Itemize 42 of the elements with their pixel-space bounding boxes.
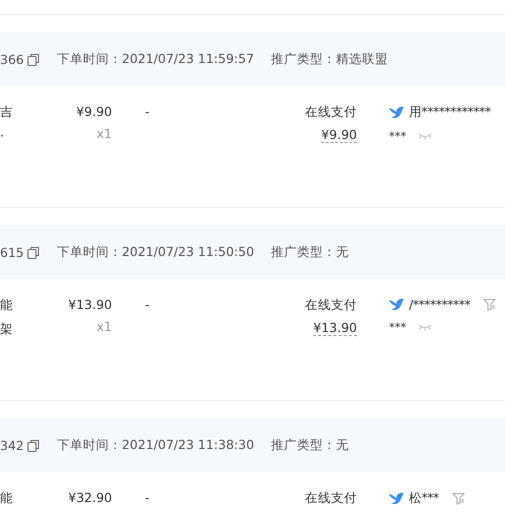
bird-icon [389,106,404,119]
eye-closed-icon[interactable] [418,323,432,331]
payment-method: 在线支付 [305,104,357,121]
filter-icon[interactable] [483,298,496,311]
discount: - [145,297,150,312]
copy-icon[interactable] [26,52,40,66]
promotion-type: 推广类型：无 [271,244,350,260]
buyer-name: /********** [409,297,470,312]
order-time: 下单时间：2021/07/23 11:38:30 [56,436,254,454]
buyer-phone: *** [389,129,406,143]
filter-icon[interactable] [452,492,465,505]
unit-price: ¥9.90 [76,104,112,119]
product-name: 能 [0,490,14,507]
unit-price: ¥13.90 [68,297,112,312]
payment-method: 在线支付 [305,490,357,507]
order-time: 下单时间：2021/07/23 11:50:50 [56,244,254,260]
order-number: 342 [0,438,24,452]
buyer-name: 用************ [409,104,490,121]
quantity: x1 [96,319,112,334]
quantity: x1 [96,126,112,141]
product-name: · [0,128,5,143]
bird-icon [389,298,404,311]
buyer-name: 松*** [409,490,439,507]
promotion-type: 推广类型：精选联盟 [271,50,388,68]
discount: - [145,104,150,119]
bird-icon [389,492,404,505]
order-number: 366 [0,52,24,66]
unit-price: ¥32.90 [68,490,112,505]
buyer-phone: *** [389,320,406,334]
discount: - [145,490,150,505]
promotion-type: 推广类型：无 [271,436,350,454]
paid-amount[interactable]: ¥9.90 [321,127,357,143]
copy-icon[interactable] [26,246,40,258]
order-number: 615 [0,244,24,260]
paid-amount[interactable]: ¥13.90 [313,320,357,336]
product-name: 架 [0,321,14,338]
eye-closed-icon[interactable] [418,132,432,140]
copy-icon[interactable] [26,438,40,452]
product-name: 吉 [0,104,14,121]
payment-method: 在线支付 [305,297,357,314]
order-time: 下单时间：2021/07/23 11:59:57 [56,50,254,68]
product-name: 能 [0,297,14,314]
